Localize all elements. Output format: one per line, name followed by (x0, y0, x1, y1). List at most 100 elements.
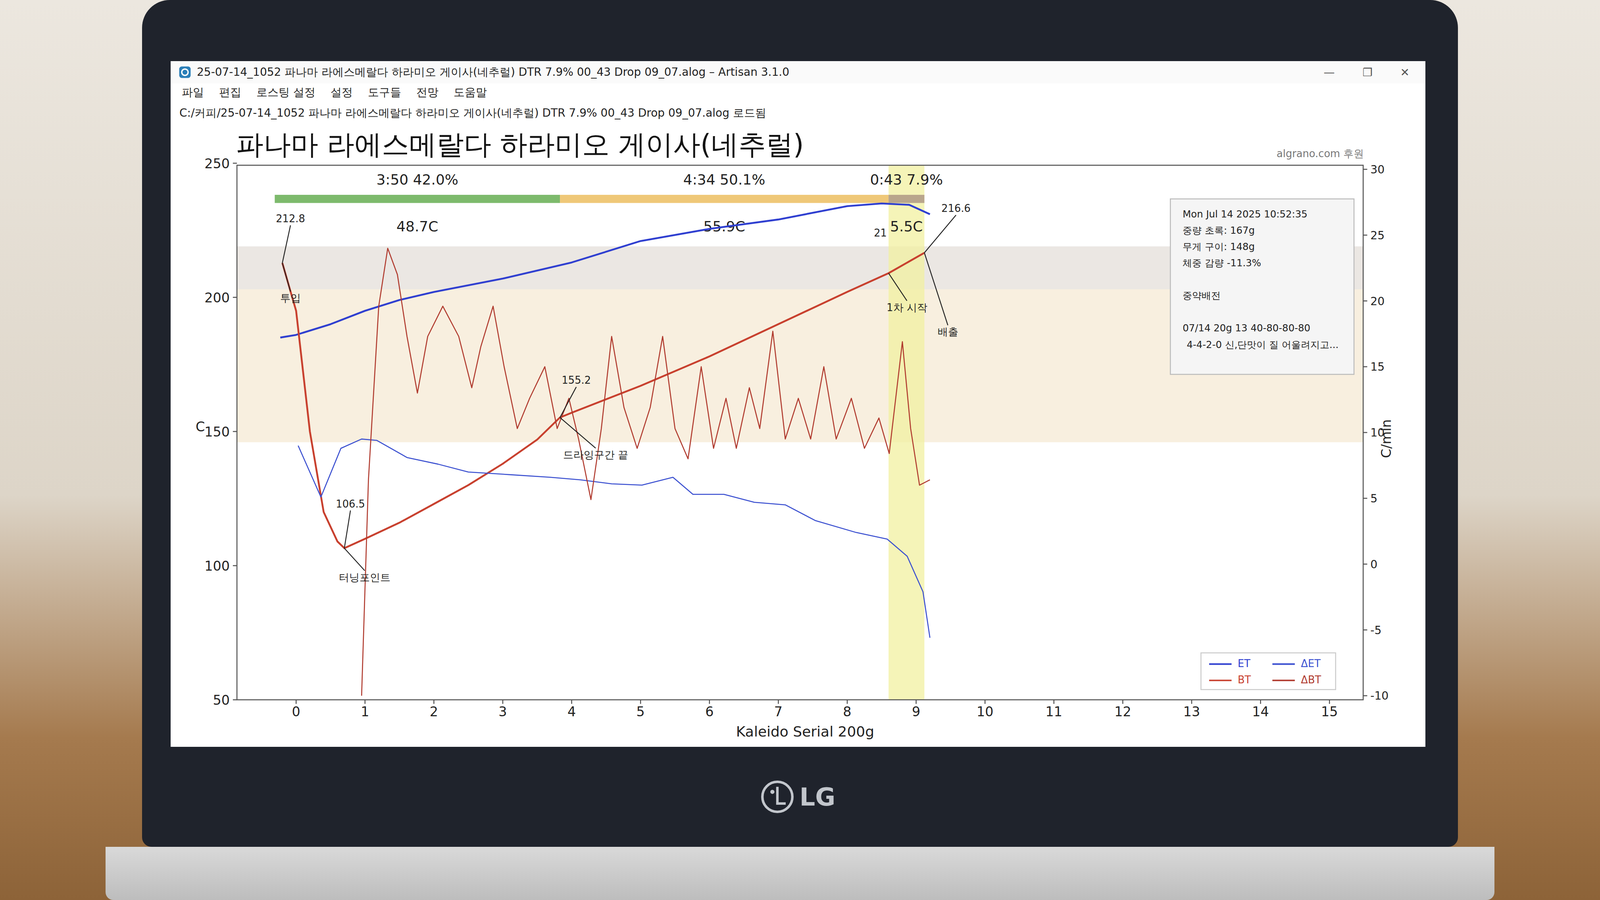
menu-item[interactable]: 편집 (219, 84, 242, 100)
ror-tick-label: -5 (1370, 623, 1382, 637)
phase-temp: 5.5C (890, 218, 923, 235)
artisan-app-icon (178, 65, 192, 79)
time-tick-label: 5 (636, 703, 645, 720)
temp-tick-label: 150 (204, 424, 230, 440)
window-control-button[interactable]: ❐ (1362, 65, 1373, 79)
ror-tick-label: 30 (1370, 163, 1385, 177)
ror-tick (1363, 432, 1368, 434)
time-tick-label: 1 (360, 703, 370, 720)
lg-logo: LG (760, 780, 836, 814)
logo-row: LG (170, 746, 1426, 847)
time-tick-label: 14 (1251, 703, 1270, 720)
time-tick (1053, 699, 1055, 704)
menu-item[interactable]: 도움말 (453, 84, 487, 100)
menu-item[interactable]: 도구들 (367, 84, 402, 100)
legend-label: ΔBT (1300, 673, 1322, 686)
ror-tick-label: 5 (1370, 492, 1378, 506)
time-tick-label: 8 (842, 703, 852, 720)
time-tick-label: 0 (292, 703, 301, 720)
time-tick (1328, 699, 1331, 704)
annotation-label: 배출 (937, 325, 959, 338)
ror-tick-label: 25 (1370, 228, 1385, 243)
annotation-leader (559, 386, 577, 418)
development-band (888, 165, 925, 700)
phase-label: 0:43 7.9% (869, 171, 943, 188)
ror-axis-label: C/min (1378, 419, 1395, 459)
series-line (298, 438, 930, 638)
time-tick-label: 13 (1183, 703, 1201, 720)
temp-tick-label: 250 (204, 155, 230, 172)
info-line: 4-4-2-0 신,단맛이 질 어울려지고... (1186, 338, 1339, 351)
time-tick (984, 699, 986, 704)
time-tick (502, 699, 504, 704)
legend: ET BT ΔET ΔBT (1200, 652, 1336, 690)
ror-tick-label: 20 (1370, 294, 1385, 308)
annotation-leader (924, 215, 956, 253)
window-title: 25-07-14_1052 파나마 라에스메랄다 하라미오 게이사(네추럴) D… (196, 64, 1318, 80)
info-line: 체중 감량 -11.3% (1182, 257, 1262, 269)
info-line: 중량 초록: 167g (1182, 224, 1255, 237)
menu-item[interactable]: 파일 (181, 84, 204, 100)
legend-label: ΔET (1300, 657, 1321, 670)
annotation-label: 1차 시작 (886, 301, 928, 314)
lg-logo-text: LG (799, 782, 836, 812)
legend-swatch (1272, 663, 1295, 666)
phase-segment (559, 194, 889, 204)
window-control-button[interactable]: ✕ (1400, 65, 1410, 79)
ror-tick (1363, 300, 1368, 302)
time-tick (1259, 699, 1262, 704)
annotation-label: 터닝포인트 (338, 571, 391, 584)
ror-tick (1363, 695, 1368, 697)
series-line (282, 252, 925, 549)
chart-title: 파나마 라에스메랄다 하라미오 게이사(네추럴) (236, 128, 804, 161)
temp-tick (232, 296, 237, 299)
ror-tick-label: 0 (1370, 557, 1378, 572)
phase-segment (888, 194, 925, 204)
time-tick (709, 699, 711, 704)
legend-label: ET (1237, 657, 1251, 670)
temp-tick (232, 430, 237, 433)
roast-chart: 파나마 라에스메랄다 하라미오 게이사(네추럴)algrano.com 후원25… (170, 127, 1426, 747)
ror-tick (1363, 366, 1368, 368)
annotation-label: 투입 (280, 292, 301, 304)
phase-temp: 48.7C (396, 218, 439, 235)
legend-label: BT (1237, 673, 1252, 686)
time-tick-label: 4 (567, 703, 576, 720)
phase-label: 4:34 50.1% (683, 171, 766, 188)
laptop-bezel: 25-07-14_1052 파나마 라에스메랄다 하라미오 게이사(네추럴) D… (142, 0, 1458, 847)
annotation-label: 106.5 (335, 498, 366, 510)
artisan-window: 25-07-14_1052 파나마 라에스메랄다 하라미오 게이사(네추럴) D… (170, 61, 1426, 747)
menu-item[interactable]: 설정 (330, 84, 353, 100)
menu-item[interactable]: 전망 (416, 84, 439, 100)
annotation-label: 21 (873, 226, 887, 239)
menu-bar: 파일 편집 로스팅 설정 설정 도구들 전망 도움말 (170, 83, 1426, 102)
time-tick (846, 699, 849, 704)
annotation-leader (344, 510, 351, 549)
menu-item[interactable]: 로스팅 설정 (256, 84, 316, 100)
time-tick (915, 699, 917, 704)
time-tick (433, 699, 435, 704)
time-tick-label: 2 (429, 703, 439, 720)
annotation-label: 155.2 (561, 374, 591, 387)
annotation-label: 216.6 (941, 202, 971, 215)
time-tick (640, 699, 642, 704)
info-line: 중약배전 (1182, 289, 1221, 302)
window-control-button[interactable]: — (1323, 65, 1335, 79)
time-tick (295, 699, 297, 704)
sponsor-label: algrano.com 후원 (1276, 147, 1364, 160)
time-tick (1191, 699, 1193, 704)
info-line: 07/14 20g 13 40-80-80-80 (1182, 322, 1311, 334)
info-line: 무게 구이: 148g (1182, 240, 1255, 253)
temp-tick (232, 162, 237, 164)
ror-tick-label: 15 (1370, 360, 1385, 374)
scene: 25-07-14_1052 파나마 라에스메랄다 하라미오 게이사(네추럴) D… (0, 0, 1600, 900)
time-tick-label: 15 (1321, 703, 1339, 720)
time-tick-label: 3 (498, 703, 507, 720)
time-tick-label: 10 (976, 703, 994, 720)
annotation-label: 212.8 (275, 212, 306, 225)
status-line: C:/커피/25-07-14_1052 파나마 라에스메랄다 하라미오 게이사(… (170, 101, 1426, 128)
annotation-label: 드라잉구간 끝 (563, 448, 629, 461)
laptop-base (105, 846, 1495, 900)
ror-tick (1363, 497, 1368, 499)
annotation-leader (888, 273, 907, 301)
